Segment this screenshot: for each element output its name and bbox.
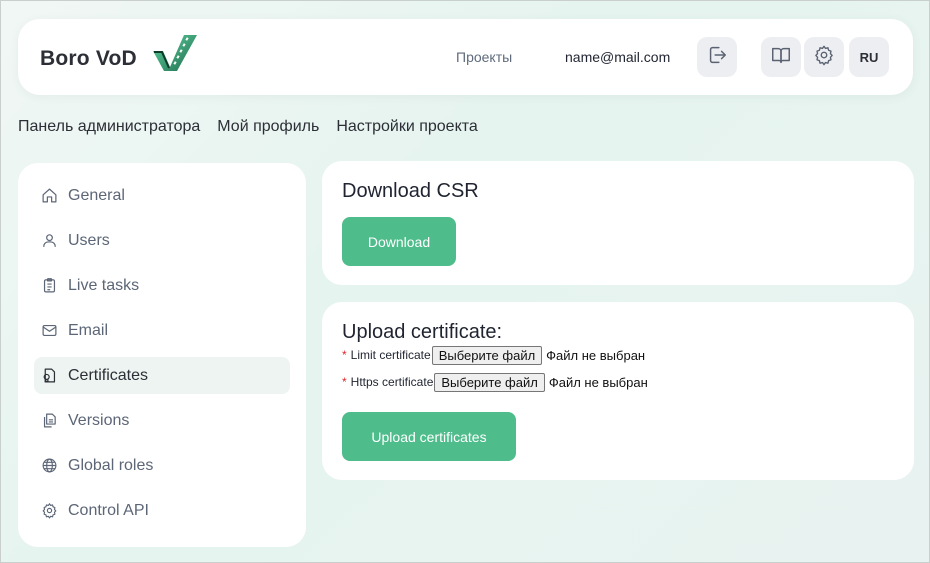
sidebar-item-global-roles[interactable]: Global roles [34,447,290,484]
https-certificate-label: Https certificate [350,375,434,389]
limit-certificate-file-status: Файл не выбран [546,347,646,363]
sidebar-item-label: Live tasks [68,276,140,294]
mail-icon [40,322,58,340]
settings-button[interactable] [804,37,844,77]
limit-certificate-label: Limit certificate [350,348,431,362]
top-header: Boro VoD Проекты name@mail.com RU [18,19,913,95]
sidebar-item-control-api[interactable]: Control API [34,492,290,529]
logo-text: Boro VoD [40,47,137,70]
book-icon [770,44,792,71]
upload-certificate-title: Upload certificate: [342,321,503,343]
tab-admin-panel[interactable]: Панель администратора [18,118,200,136]
files-icon [40,412,58,430]
sidebar: General Users Live tasks Email Certifica… [18,163,306,547]
sidebar-item-live-tasks[interactable]: Live tasks [34,267,290,304]
clipboard-icon [40,277,58,295]
sidebar-item-label: Control API [68,501,149,519]
tab-my-profile[interactable]: Мой профиль [217,118,319,136]
sidebar-item-label: Global roles [68,456,154,474]
docs-button[interactable] [761,37,801,77]
sidebar-item-label: Email [68,321,109,339]
sidebar-item-email[interactable]: Email [34,312,290,349]
https-certificate-file-button[interactable]: Выберите файл [434,372,545,392]
sidebar-item-versions[interactable]: Versions [34,402,290,439]
home-icon [40,187,58,205]
tab-project-settings[interactable]: Настройки проекта [336,118,477,136]
limit-certificate-file-button[interactable]: Выберите файл [431,345,543,365]
logout-icon [706,44,728,71]
download-csr-title: Download CSR [342,180,479,202]
sidebar-item-users[interactable]: Users [34,222,290,259]
upload-certificates-button[interactable]: Upload certificates [342,412,516,461]
limit-certificate-row: * Limit certificate Выберите файл Файл н… [342,345,645,365]
sidebar-item-label: Versions [68,411,130,429]
https-certificate-file-status: Файл не выбран [548,374,648,390]
user-icon [40,232,58,250]
logo[interactable]: Boro VoD [40,35,197,71]
sidebar-item-certificates[interactable]: Certificates [34,357,290,394]
language-button[interactable]: RU [849,37,889,77]
logo-checkmark-icon [151,33,201,78]
required-mark: * [342,375,347,389]
globe-icon [40,457,58,475]
gear-icon [813,44,835,71]
top-tabs: Панель администратора Мой профиль Настро… [18,118,495,136]
user-email[interactable]: name@mail.com [565,49,670,65]
logout-button[interactable] [697,37,737,77]
sidebar-item-label: Certificates [68,366,149,384]
upload-certificate-card: Upload certificate: * Limit certificate … [322,302,914,480]
sidebar-item-label: Users [68,231,110,249]
download-csr-card: Download CSR Download [322,161,914,285]
certificate-icon [40,367,58,385]
gear-icon [40,502,58,520]
required-mark: * [342,348,347,362]
sidebar-item-general[interactable]: General [34,177,290,214]
download-button[interactable]: Download [342,217,456,266]
https-certificate-row: * Https certificate Выберите файл Файл н… [342,372,648,392]
sidebar-item-label: General [68,186,125,204]
nav-projects-link[interactable]: Проекты [456,49,512,65]
